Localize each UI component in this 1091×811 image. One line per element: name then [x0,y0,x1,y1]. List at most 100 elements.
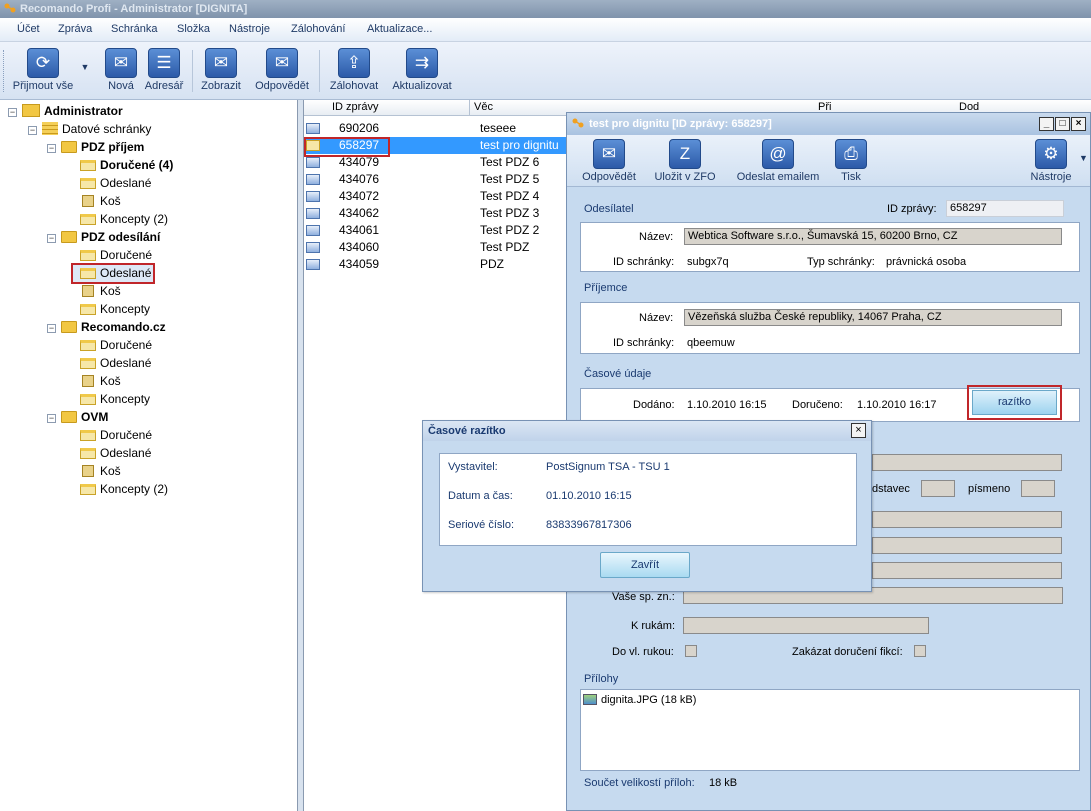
tree-item-koncepty[interactable]: Koncepty (2) [80,481,168,498]
print-label: Tisk [841,171,861,183]
letter-field[interactable] [1021,480,1055,497]
collapse-icon[interactable]: − [8,108,17,117]
tree-root[interactable]: Administrator [22,103,123,120]
detail-toolbar: ✉ Odpovědět Z Uložit v ZFO @ Odeslat ema… [567,135,1090,187]
id-field[interactable]: 658297 [946,200,1064,217]
tree-item-label: Doručené [100,248,153,262]
menu-item-aktualizace[interactable]: Aktualizace... [367,23,432,35]
own-hands-checkbox[interactable] [685,645,697,657]
new-message-button[interactable]: ✉ Nová [104,48,138,92]
tree-group-pdz-prijem[interactable]: PDZ příjem [61,139,144,156]
detail-title: test pro dignitu [ID zprávy: 658297] [589,118,772,130]
menu-item-zprava[interactable]: Zpráva [58,23,92,35]
close-button[interactable]: × [1071,117,1086,131]
menu-item-nastroje[interactable]: Nástroje [229,23,270,35]
addressbook-button[interactable]: ☰ Adresář [144,48,184,92]
tree-item-koncepty[interactable]: Koncepty (2) [80,211,168,228]
tree-group-ovm[interactable]: OVM [61,409,108,426]
issuer-value: PostSignum TSA - TSU 1 [546,461,670,473]
collapse-icon[interactable]: − [47,234,56,243]
tree-item-odeslane[interactable]: Odeslané [80,175,151,192]
tree-item-label: Odeslané [100,356,152,370]
message-row[interactable]: 434062 Test PDZ 3 [304,205,567,222]
print-button[interactable]: ⎙ Tisk [835,139,867,183]
close-dialog-button[interactable]: Zavřít [600,552,690,578]
tree-item-odeslane[interactable]: Odeslané [80,355,151,372]
collapse-icon[interactable]: − [47,144,56,153]
tree-item-kos[interactable]: Koš [80,283,121,300]
hands-field[interactable] [683,617,929,634]
detail-field[interactable] [872,454,1062,471]
message-row-selected[interactable]: 658297 test pro dignitu [304,137,567,157]
tree-item-kos[interactable]: Koš [80,193,121,210]
no-fiction-checkbox[interactable] [914,645,926,657]
collapse-icon[interactable]: − [28,126,37,135]
send-email-label: Odeslat emailem [736,171,820,183]
receive-all-dropdown-icon[interactable]: ▼ [80,62,90,72]
sender-name-field[interactable]: Webtica Software s.r.o., Šumavská 15, 60… [684,228,1062,245]
tree-item-kos[interactable]: Koš [80,463,121,480]
tree-item-odeslane-selected[interactable]: Odeslané [71,263,156,284]
tools-dropdown-icon[interactable]: ▼ [1079,153,1088,163]
timestamp-dialog: Časové razítko × Vystavitel: PostSignum … [422,420,872,592]
message-row[interactable]: 434061 Test PDZ 2 [304,222,567,239]
folder-icon [61,321,77,333]
message-subject: PDZ [480,257,504,271]
message-row[interactable]: 434060 Test PDZ [304,239,567,256]
tree-group-pdz-odesilani[interactable]: PDZ odesílání [61,229,160,246]
detail-reply-button[interactable]: ✉ Odpovědět [579,139,639,183]
detail-field[interactable] [872,562,1062,579]
tree-item-koncepty[interactable]: Koncepty [80,301,150,318]
detail-field[interactable] [872,511,1062,528]
detail-field[interactable] [872,537,1062,554]
stamp-button[interactable]: razítko [967,385,1062,420]
inbox-icon [80,340,96,351]
maximize-button[interactable]: □ [1055,117,1070,131]
tree-group-recomando[interactable]: Recomando.cz [61,319,166,336]
message-row[interactable]: 690206 teseee [304,120,567,137]
recipient-name-field[interactable]: Vězeňská služba České republiky, 14067 P… [684,309,1062,326]
send-email-button[interactable]: @ Odeslat emailem [735,139,821,183]
tree-item-label: Koncepty (2) [100,212,169,226]
toolbar-grip[interactable] [3,50,6,92]
tree-item-dorucene[interactable]: Doručené [80,337,152,354]
receive-all-button[interactable]: ⟳ Přijmout vše [12,48,74,92]
column-header-subject[interactable]: Věc [474,100,493,115]
message-row[interactable]: 434076 Test PDZ 5 [304,171,567,188]
save-zfo-button[interactable]: Z Uložit v ZFO [653,139,717,183]
drafts-icon [80,394,96,405]
tree-item-dorucene[interactable]: Doručené [80,427,152,444]
addressbook-label: Adresář [144,80,184,92]
reply-button[interactable]: ✉ Odpovědět [252,48,312,92]
envelope-icon [306,191,320,202]
message-row[interactable]: 434072 Test PDZ 4 [304,188,567,205]
tree-item-dorucene[interactable]: Doručené [80,247,152,264]
update-button[interactable]: ⇉ Aktualizovat [388,48,456,92]
menu-item-slozka[interactable]: Složka [177,23,210,35]
backup-button[interactable]: ⇪ Zálohovat [326,48,382,92]
column-header-id[interactable]: ID zprávy [332,100,378,115]
tree-item-koncepty[interactable]: Koncepty [80,391,150,408]
tree-item-label: Doručené [100,338,153,352]
dialog-close-icon[interactable]: × [851,423,866,438]
show-button[interactable]: ✉ Zobrazit [199,48,243,92]
attachment-item[interactable]: dignita.JPG (18 kB) [583,694,696,706]
paragraph-field[interactable] [921,480,955,497]
menu-item-ucet[interactable]: Účet [17,23,40,35]
minimize-button[interactable]: _ [1039,117,1054,131]
message-row[interactable]: 434079 Test PDZ 6 [304,154,567,171]
tools-button[interactable]: ⚙ Nástroje [1027,139,1075,183]
tree-item-kos[interactable]: Koš [80,373,121,390]
envelope-icon [306,225,320,236]
menu-item-zalohovani[interactable]: Zálohování [291,23,345,35]
message-row[interactable]: 434059 PDZ [304,256,567,273]
tree-item-odeslane[interactable]: Odeslané [80,445,151,462]
collapse-icon[interactable]: − [47,414,56,423]
main-toolbar: ⟳ Přijmout vše ▼ ✉ Nová ☰ Adresář ✉ Zobr… [0,42,1091,100]
tree-item-dorucene[interactable]: Doručené (4) [80,157,173,174]
menu-item-schranka[interactable]: Schránka [111,23,157,35]
tree-datove-schranky[interactable]: Datové schránky [42,121,151,138]
database-icon [42,122,58,135]
tree-datove-label: Datové schránky [62,122,152,136]
collapse-icon[interactable]: − [47,324,56,333]
